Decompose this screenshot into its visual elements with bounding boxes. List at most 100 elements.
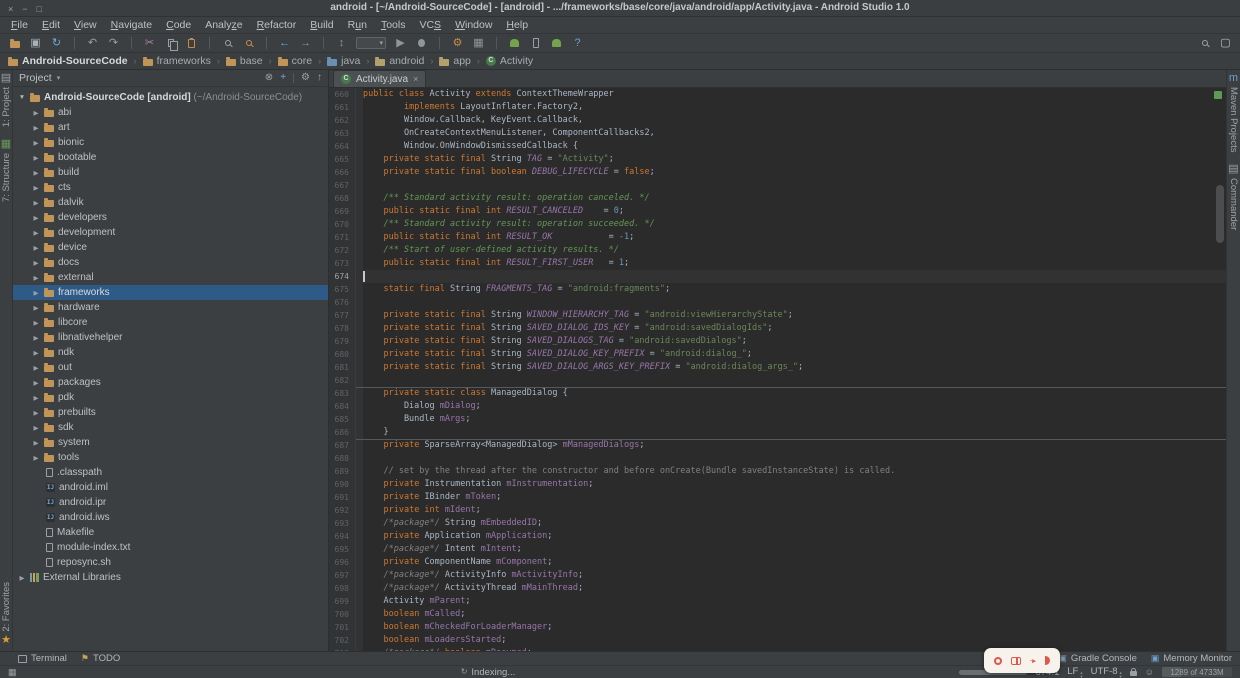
breadcrumb-java[interactable]: java <box>327 55 360 67</box>
code-line-text[interactable]: Window.OnWindowDismissedCallback { <box>356 140 1226 153</box>
hector-inspector-icon[interactable]: ☺ <box>1145 668 1154 677</box>
code-line-text[interactable]: /*package*/ boolean mResumed; <box>356 647 1226 651</box>
breadcrumb-activity[interactable]: CActivity <box>486 55 533 67</box>
tree-expand-arrow[interactable]: ▶ <box>32 169 40 177</box>
tree-expand-arrow[interactable]: ▶ <box>32 139 40 147</box>
gradle-console-button[interactable]: ▣ Gradle Console <box>1058 653 1137 664</box>
tree-expand-arrow[interactable]: ▶ <box>32 439 40 447</box>
tree-item-out[interactable]: ▶out <box>13 360 328 375</box>
line-number[interactable]: 661 <box>329 101 356 114</box>
code-line-text[interactable]: Dialog mDialog; <box>356 400 1226 413</box>
tree-expand-arrow[interactable]: ▶ <box>32 274 40 282</box>
memory-monitor-button[interactable]: ▣ Memory Monitor <box>1151 653 1232 664</box>
line-number[interactable]: 674 <box>329 270 356 283</box>
code-line-text[interactable]: private static final boolean DEBUG_LIFEC… <box>356 166 1226 179</box>
code-line-text[interactable]: Window.Callback, KeyEvent.Callback, <box>356 114 1226 127</box>
tree-expand-arrow[interactable]: ▶ <box>32 259 40 267</box>
tree-expand-arrow[interactable]: ▶ <box>32 229 40 237</box>
code-line-text[interactable]: private ComponentName mComponent; <box>356 556 1226 569</box>
tree-item-external[interactable]: ▶external <box>13 270 328 285</box>
code-line-text[interactable]: implements LayoutInflater.Factory2, <box>356 101 1226 114</box>
line-number[interactable]: 677 <box>329 309 356 322</box>
code-line-text[interactable] <box>356 296 1226 309</box>
breadcrumb-base[interactable]: base <box>226 55 263 67</box>
line-number[interactable]: 690 <box>329 478 356 491</box>
half-disc-icon[interactable] <box>1045 656 1050 665</box>
open-icon[interactable] <box>8 36 21 51</box>
line-number[interactable]: 671 <box>329 231 356 244</box>
breadcrumb-core[interactable]: core <box>278 55 312 67</box>
line-number[interactable]: 682 <box>329 374 356 387</box>
project-structure-icon[interactable]: ▦ <box>472 36 485 51</box>
line-number[interactable]: 679 <box>329 335 356 348</box>
tree-item-bootable[interactable]: ▶bootable <box>13 150 328 165</box>
line-separator-widget[interactable]: LF▴▾ <box>1067 666 1082 678</box>
line-number[interactable]: 664 <box>329 140 356 153</box>
code-line-text[interactable]: private IBinder mToken; <box>356 491 1226 504</box>
breadcrumb-android[interactable]: android <box>375 55 424 67</box>
code-line-text[interactable]: public static final int RESULT_OK = -1; <box>356 231 1226 244</box>
tree-expand-arrow[interactable]: ▶ <box>32 334 40 342</box>
line-number[interactable]: 672 <box>329 244 356 257</box>
line-number[interactable]: 696 <box>329 556 356 569</box>
tool-button-maven-projects[interactable]: mMaven Projects <box>1228 73 1239 152</box>
line-number[interactable]: 665 <box>329 153 356 166</box>
tree-expand-arrow[interactable]: ▶ <box>32 364 40 372</box>
line-number[interactable]: 693 <box>329 517 356 530</box>
tree-item-developers[interactable]: ▶developers <box>13 210 328 225</box>
line-number[interactable]: 675 <box>329 283 356 296</box>
help-icon[interactable]: ? <box>571 36 584 51</box>
paste-icon[interactable] <box>185 36 198 51</box>
code-line-text[interactable]: private static final String SAVED_DIALOG… <box>356 348 1226 361</box>
line-number[interactable]: 663 <box>329 127 356 140</box>
code-line-text[interactable]: private static class ManagedDialog { <box>356 387 1226 400</box>
tree-expand-arrow[interactable]: ▶ <box>32 244 40 252</box>
menu-help[interactable]: Help <box>499 17 535 34</box>
tool-button-commander[interactable]: ▤Commander <box>1228 164 1239 230</box>
code-line-text[interactable] <box>356 270 1226 283</box>
code-line-text[interactable]: boolean mCheckedForLoaderManager; <box>356 621 1226 634</box>
code-line-text[interactable]: public static final int RESULT_CANCELED … <box>356 205 1226 218</box>
tree-item-device[interactable]: ▶device <box>13 240 328 255</box>
run-icon[interactable]: ▶ <box>394 36 407 51</box>
code-line-text[interactable]: /*package*/ ActivityThread mMainThread; <box>356 582 1226 595</box>
pages-icon[interactable] <box>1011 657 1021 665</box>
line-number[interactable]: 687 <box>329 439 356 452</box>
menu-file[interactable]: File <box>4 17 35 34</box>
menu-build[interactable]: Build <box>303 17 340 34</box>
code-line-text[interactable]: /** Start of user-defined activity resul… <box>356 244 1226 257</box>
line-number[interactable]: 678 <box>329 322 356 335</box>
tree-expand-arrow[interactable]: ▶ <box>32 109 40 117</box>
tree-expand-arrow[interactable]: ▶ <box>32 124 40 132</box>
tree-expand-arrow[interactable]: ▶ <box>32 454 40 462</box>
breadcrumb-app[interactable]: app <box>439 55 471 67</box>
code-line-text[interactable]: Bundle mArgs; <box>356 413 1226 426</box>
line-number[interactable]: 694 <box>329 530 356 543</box>
tree-item-docs[interactable]: ▶docs <box>13 255 328 270</box>
line-number[interactable]: 670 <box>329 218 356 231</box>
menu-refactor[interactable]: Refactor <box>250 17 304 34</box>
line-number[interactable]: 698 <box>329 582 356 595</box>
tree-item-build[interactable]: ▶build <box>13 165 328 180</box>
tree-expand-arrow[interactable]: ▶ <box>32 184 40 192</box>
close-icon[interactable]: ⊗ <box>265 73 273 83</box>
undo-icon[interactable]: ↶ <box>86 36 99 51</box>
cut-icon[interactable]: ✂ <box>143 36 156 51</box>
code-line-text[interactable]: /** Standard activity result: operation … <box>356 192 1226 205</box>
tree-expand-arrow[interactable]: ▶ <box>32 379 40 387</box>
panel-toggle-icon[interactable]: ▢ <box>1219 36 1232 51</box>
line-number[interactable]: 684 <box>329 400 356 413</box>
encoding-widget[interactable]: UTF-8▴▾ <box>1091 666 1122 678</box>
tree-expand-arrow[interactable]: ▶ <box>32 349 40 357</box>
run-selector-icon[interactable]: ↕ <box>335 36 348 51</box>
tool-button-favorites[interactable]: 2: Favorites★ <box>1 582 12 646</box>
code-line-text[interactable] <box>356 374 1226 387</box>
tree-item-module-index-txt[interactable]: module-index.txt <box>13 540 328 555</box>
tree-item-dalvik[interactable]: ▶dalvik <box>13 195 328 210</box>
tree-item-cts[interactable]: ▶cts <box>13 180 328 195</box>
line-number[interactable]: 666 <box>329 166 356 179</box>
menu-navigate[interactable]: Navigate <box>104 17 159 34</box>
code-line-text[interactable]: /** Standard activity result: operation … <box>356 218 1226 231</box>
toolwindow-switcher-icon[interactable]: ▦ <box>8 668 17 677</box>
code-line-text[interactable]: // set by the thread after the construct… <box>356 465 1226 478</box>
